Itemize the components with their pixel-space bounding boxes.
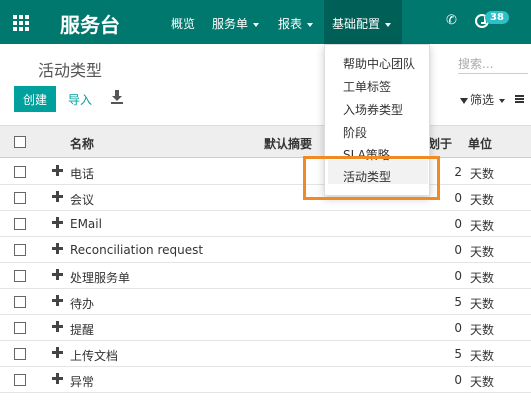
chevron-down-icon <box>307 22 314 27</box>
drag-handle-icon[interactable] <box>52 243 63 254</box>
table-row[interactable]: 待办 5 天数 <box>0 289 531 315</box>
cell-unit: 天数 <box>470 375 495 389</box>
cell-name: 处理服务单 <box>70 271 131 285</box>
cell-name: EMail <box>70 217 102 231</box>
page-title: 活动类型 <box>38 61 103 80</box>
dropdown-item-help-team[interactable]: 帮助中心团队 <box>343 55 415 72</box>
table-row[interactable]: 电话 2 天数 <box>0 159 531 185</box>
dropdown-item-stages[interactable]: 阶段 <box>343 124 367 141</box>
table-row[interactable]: EMail 0 天数 <box>0 211 531 237</box>
top-navbar: 服务台 概览 服务单 报表 基础配置 ✆ 38 <box>0 0 531 44</box>
drag-handle-icon[interactable] <box>52 321 63 332</box>
table-row[interactable]: 处理服务单 0 天数 <box>0 263 531 289</box>
list-icon <box>515 97 524 100</box>
cell-planned: 0 <box>454 243 462 257</box>
row-checkbox[interactable] <box>14 348 26 360</box>
cell-name: 上传文档 <box>70 349 119 363</box>
download-icon[interactable] <box>111 90 123 104</box>
cell-name: 异常 <box>70 375 95 389</box>
cell-unit: 天数 <box>470 323 495 337</box>
cell-unit: 天数 <box>470 219 495 233</box>
cell-unit: 天数 <box>470 271 495 285</box>
cell-name: 提醒 <box>70 323 95 337</box>
create-button[interactable]: 创建 <box>14 86 56 112</box>
chevron-down-icon <box>499 98 506 103</box>
menu-reports[interactable]: 报表 <box>278 15 314 32</box>
dropdown-item-ticket-types[interactable]: 入场券类型 <box>343 101 403 118</box>
cell-planned: 0 <box>454 217 462 231</box>
table-row[interactable]: 上传文档 5 天数 <box>0 341 531 367</box>
table-row[interactable]: 会议 0 天数 <box>0 185 531 211</box>
cell-planned: 5 <box>454 347 462 361</box>
menu-configuration[interactable]: 基础配置 <box>332 15 392 32</box>
cell-name: 待办 <box>70 297 95 311</box>
cell-name: Reconciliation request <box>70 243 204 257</box>
drag-handle-icon[interactable] <box>52 269 63 280</box>
row-checkbox[interactable] <box>14 244 26 256</box>
group-by-button[interactable] <box>515 91 524 105</box>
cell-name: 会议 <box>70 193 95 207</box>
row-checkbox[interactable] <box>14 270 26 282</box>
cell-planned: 2 <box>454 165 462 179</box>
cell-planned: 0 <box>454 373 462 387</box>
column-summary[interactable]: 默认摘要 <box>264 135 312 152</box>
column-name[interactable]: 名称 <box>70 135 94 152</box>
filter-button[interactable]: 筛选 <box>460 91 506 108</box>
apps-grid-icon[interactable] <box>13 15 29 31</box>
app-title[interactable]: 服务台 <box>60 9 120 38</box>
row-checkbox[interactable] <box>14 296 26 308</box>
select-all-checkbox[interactable] <box>14 136 26 148</box>
drag-handle-icon[interactable] <box>52 295 63 306</box>
search-input[interactable] <box>458 54 528 74</box>
activity-count-badge: 38 <box>485 11 509 24</box>
cell-unit: 天数 <box>470 349 495 363</box>
table-row[interactable]: 异常 0 天数 <box>0 367 531 393</box>
drag-handle-icon[interactable] <box>52 373 63 384</box>
column-planned[interactable]: 划于 <box>428 135 452 152</box>
cell-planned: 0 <box>454 269 462 283</box>
drag-handle-icon[interactable] <box>52 165 63 176</box>
row-checkbox[interactable] <box>14 374 26 386</box>
menu-tickets[interactable]: 服务单 <box>212 15 260 32</box>
row-checkbox[interactable] <box>14 166 26 178</box>
table-row[interactable]: 提醒 0 天数 <box>0 315 531 341</box>
drag-handle-icon[interactable] <box>52 191 63 202</box>
table-row[interactable]: Reconciliation request 0 天数 <box>0 237 531 263</box>
chevron-down-icon <box>385 22 392 27</box>
filter-icon <box>460 97 468 104</box>
cell-unit: 天数 <box>470 193 495 207</box>
menu-overview[interactable]: 概览 <box>171 15 195 32</box>
cell-unit: 天数 <box>470 167 495 181</box>
cell-planned: 5 <box>454 295 462 309</box>
table-header: 名称 默认摘要 划于 单位 <box>0 125 531 158</box>
dropdown-item-ticket-tags[interactable]: 工单标签 <box>343 78 391 95</box>
cell-unit: 天数 <box>470 245 495 259</box>
highlight-annotation <box>303 156 440 200</box>
cell-planned: 0 <box>454 191 462 205</box>
drag-handle-icon[interactable] <box>52 217 63 228</box>
chevron-down-icon <box>253 22 260 27</box>
phone-icon[interactable]: ✆ <box>446 13 457 28</box>
cell-name: 电话 <box>70 167 95 181</box>
row-checkbox[interactable] <box>14 322 26 334</box>
import-button[interactable]: 导入 <box>68 91 92 108</box>
cell-unit: 天数 <box>470 297 495 311</box>
cell-planned: 0 <box>454 321 462 335</box>
row-checkbox[interactable] <box>14 192 26 204</box>
drag-handle-icon[interactable] <box>52 347 63 358</box>
row-checkbox[interactable] <box>14 218 26 230</box>
column-unit[interactable]: 单位 <box>468 135 492 152</box>
